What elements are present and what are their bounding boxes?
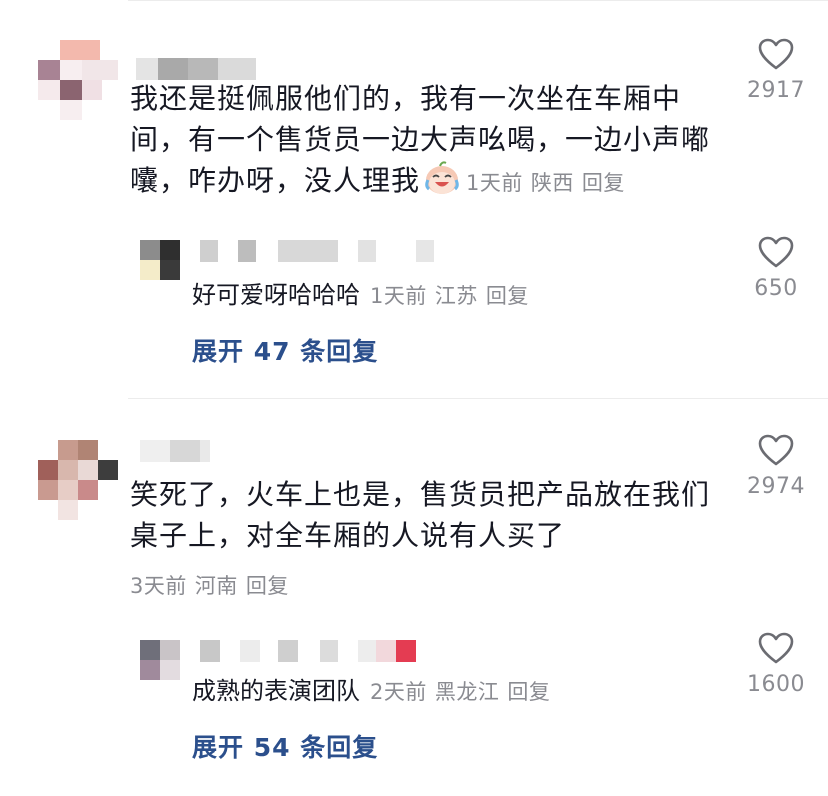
reply-text: 好可爱呀哈哈哈 1天前 江苏 回复	[192, 281, 529, 309]
username[interactable]	[200, 640, 416, 662]
expand-replies-button[interactable]: 展开 47 条回复	[192, 332, 378, 368]
reply-text: 成熟的表演团队 2天前 黑龙江 回复	[192, 677, 551, 705]
like-count: 1600	[747, 672, 805, 697]
comment-text: 我还是挺佩服他们的，我有一次坐在车厢中 间，有一个售货员一边大声吆喝，一边小声嘟…	[130, 82, 711, 197]
crying-laughing-emoji-icon	[425, 161, 459, 194]
username[interactable]	[136, 58, 256, 80]
reply-button[interactable]: 回复	[507, 680, 550, 704]
like-button[interactable]: 2917	[728, 38, 824, 103]
heart-icon	[758, 236, 794, 268]
expand-replies-button[interactable]: 展开 54 条回复	[192, 728, 378, 764]
username[interactable]	[140, 440, 210, 462]
divider	[128, 398, 828, 399]
like-count: 2974	[747, 474, 805, 499]
reply-button[interactable]: 回复	[582, 171, 625, 195]
username[interactable]	[200, 240, 434, 262]
comment-meta: 1天前 陕西 回复	[466, 171, 625, 195]
heart-icon	[758, 38, 794, 70]
reply-meta: 2天前 黑龙江 回复	[370, 680, 551, 704]
avatar[interactable]	[38, 40, 118, 120]
heart-icon	[758, 434, 794, 466]
like-button[interactable]: 650	[728, 236, 824, 301]
reply-meta: 1天前 江苏 回复	[370, 284, 529, 308]
avatar[interactable]	[140, 640, 180, 680]
like-count: 650	[754, 276, 798, 301]
like-button[interactable]: 2974	[728, 434, 824, 499]
avatar[interactable]	[38, 440, 118, 520]
comment-meta: 3天前 河南 回复	[130, 574, 289, 598]
reply-button[interactable]: 回复	[486, 284, 529, 308]
comment-text: 笑死了，火车上也是，售货员把产品放在我们 桌子上，对全车厢的人说有人买了	[130, 478, 711, 552]
like-button[interactable]: 1600	[728, 632, 824, 697]
heart-icon	[758, 632, 794, 664]
reply-button[interactable]: 回复	[246, 574, 289, 598]
like-count: 2917	[747, 78, 805, 103]
avatar[interactable]	[140, 240, 180, 280]
divider	[128, 0, 828, 1]
